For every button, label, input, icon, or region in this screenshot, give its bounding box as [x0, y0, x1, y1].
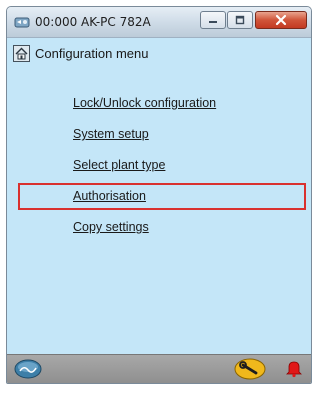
menu-header: Configuration menu [13, 44, 305, 66]
app-window: 00:000 AK-PC 782A Configuration menu Loc… [6, 6, 312, 384]
wrench-icon[interactable] [233, 358, 267, 380]
minimize-button[interactable] [200, 11, 226, 29]
window-title: 00:000 AK-PC 782A [35, 15, 151, 29]
house-icon [13, 45, 30, 62]
menu-item-authorisation[interactable]: Authorisation [73, 189, 146, 203]
menu-item-copy-settings[interactable]: Copy settings [73, 220, 149, 234]
close-icon [275, 14, 287, 26]
alarm-bell-icon[interactable] [283, 357, 305, 379]
status-bar [7, 354, 311, 383]
menu-title: Configuration menu [35, 46, 149, 61]
app-icon [14, 14, 30, 30]
close-button[interactable] [255, 11, 307, 29]
minimize-icon [209, 21, 217, 23]
maximize-button[interactable] [227, 11, 253, 29]
content-area: Configuration menu Lock/Unlock configura… [7, 38, 311, 383]
highlight-box [18, 183, 306, 210]
menu-item-lock-unlock-configuration[interactable]: Lock/Unlock configuration [73, 96, 216, 110]
menu-item-system-setup[interactable]: System setup [73, 127, 149, 141]
menu-item-select-plant-type[interactable]: Select plant type [73, 158, 165, 172]
title-bar[interactable]: 00:000 AK-PC 782A [7, 7, 311, 38]
online-status-icon[interactable] [13, 358, 43, 380]
maximize-icon [235, 15, 245, 25]
